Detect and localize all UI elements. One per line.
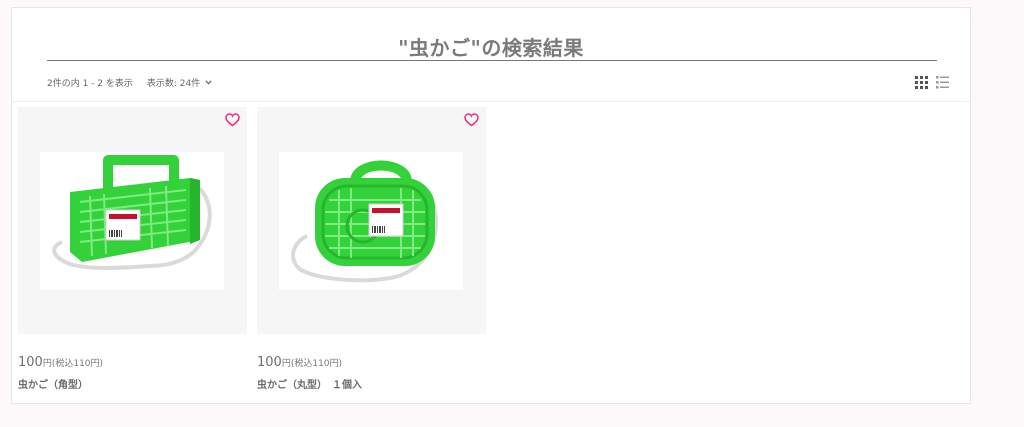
list-view-icon[interactable] (936, 74, 949, 93)
heart-icon[interactable] (464, 112, 479, 131)
result-count: 2件の内 1 - 2 を表示 (47, 79, 133, 89)
product-image (279, 152, 463, 290)
price-value: 100 (18, 355, 43, 370)
product-image-frame[interactable] (257, 107, 486, 334)
product-name[interactable]: 虫かご（角型） (18, 376, 88, 391)
product-name[interactable]: 虫かご（丸型） １個入 (257, 376, 362, 391)
chevron-down-icon (205, 80, 212, 85)
grid-view-icon[interactable] (915, 74, 928, 93)
results-toolbar: 2件の内 1 - 2 を表示 表示数: 24件 (47, 76, 212, 89)
toolbar-divider (12, 101, 970, 102)
product-card[interactable]: 100円(税込110円) 虫かご（角型） (18, 107, 247, 391)
product-image (40, 152, 224, 290)
heart-icon[interactable] (225, 112, 240, 131)
product-price: 100円(税込110円) (257, 351, 342, 370)
page-title: "虫かご"の検索結果 (398, 36, 584, 60)
price-tax: (税込110円) (290, 359, 343, 369)
per-page-label: 表示数: 24件 (146, 79, 201, 89)
product-price: 100円(税込110円) (18, 351, 103, 370)
price-unit: 円 (42, 359, 52, 369)
price-value: 100 (257, 355, 282, 370)
product-image-frame[interactable] (18, 107, 247, 334)
price-tax: (税込110円) (51, 359, 104, 369)
title-divider (47, 60, 937, 61)
search-results-panel: "虫かご"の検索結果 2件の内 1 - 2 を表示 表示数: 24件 100円(… (11, 7, 971, 404)
price-unit: 円 (281, 359, 291, 369)
per-page-select[interactable]: 表示数: 24件 (147, 76, 212, 89)
product-card[interactable]: 100円(税込110円) 虫かご（丸型） １個入 (257, 107, 486, 391)
view-toggle (915, 74, 949, 93)
